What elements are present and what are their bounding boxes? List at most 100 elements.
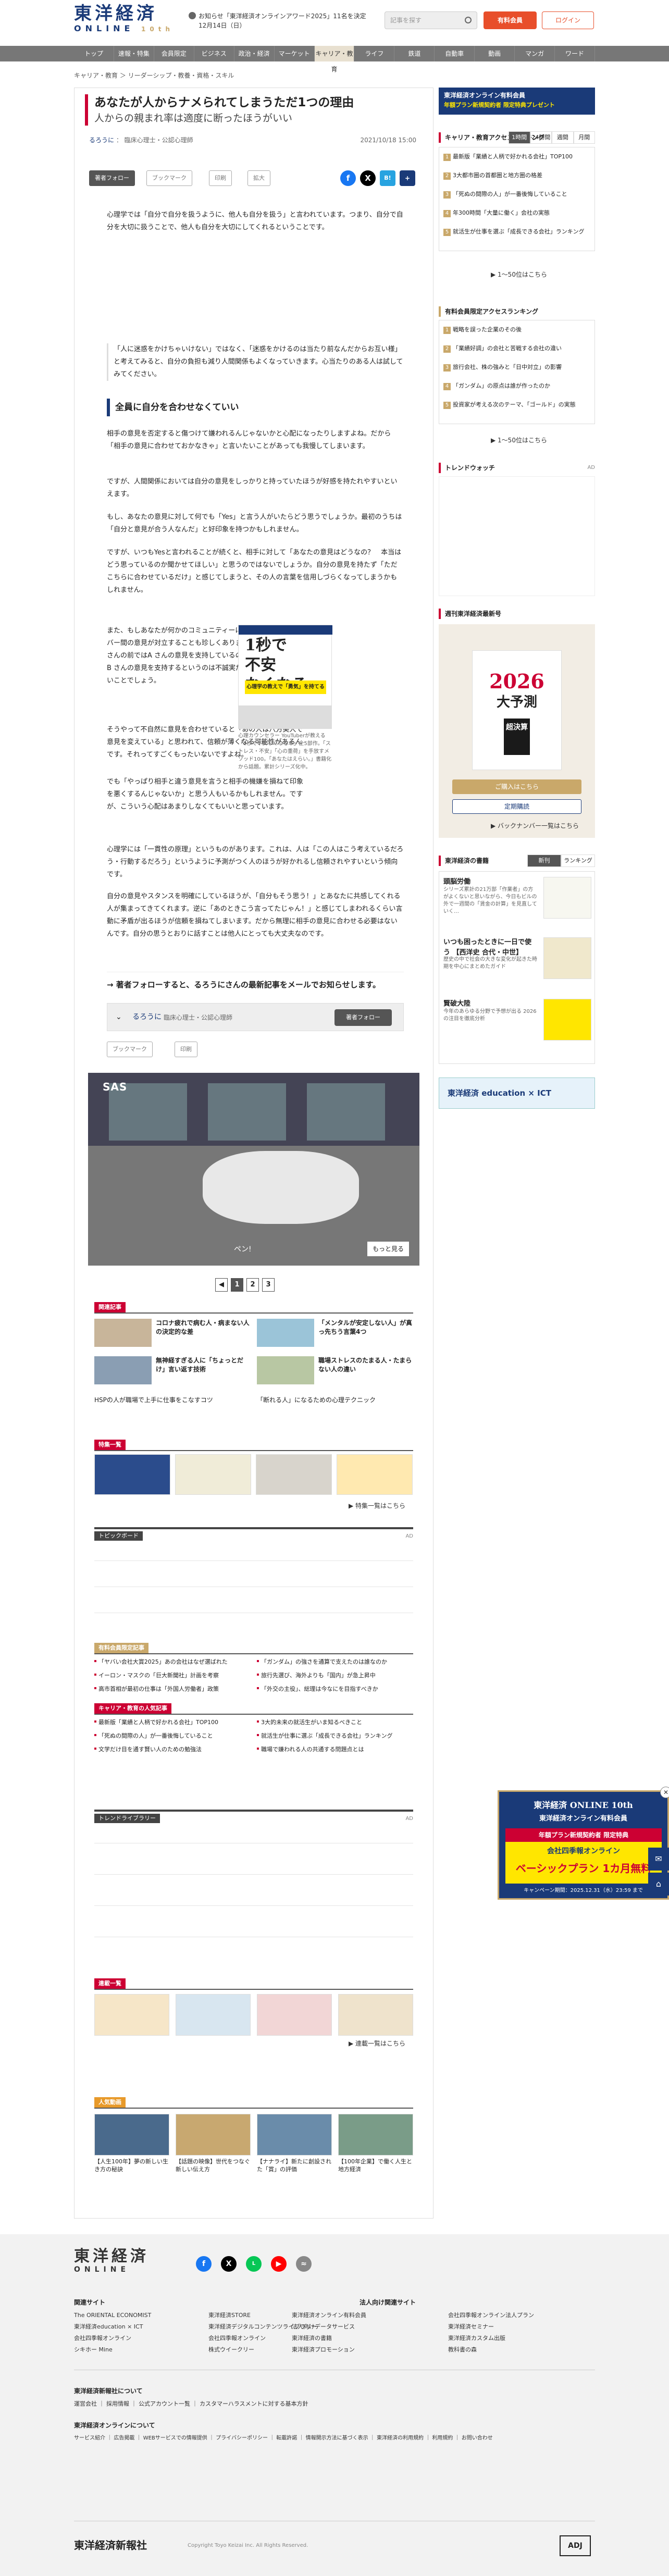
facebook-icon[interactable]: f <box>196 2256 212 2272</box>
author-name[interactable]: るろうに <box>132 1012 162 1023</box>
follow-prompt[interactable]: → 著者フォローすると、るろうにさんの最新記事をメールでお知らせします。 <box>107 972 404 997</box>
footer-link[interactable]: 教科書の森 <box>448 2346 477 2355</box>
paid-rank-more-link[interactable]: ▶ 1〜50位はこちら <box>491 436 547 445</box>
nav-item[interactable]: 動画 <box>475 46 515 61</box>
more-share-icon[interactable]: + <box>400 170 415 186</box>
news-link[interactable]: 3大的未来の就活生がいま知るべきこと <box>257 1717 414 1728</box>
footer-link[interactable]: 東洋経済STORE <box>208 2311 251 2320</box>
nav-item[interactable]: マンガ <box>515 46 555 61</box>
video-thumb[interactable] <box>257 2114 332 2156</box>
footer-link[interactable]: 会社四季報オンライン <box>208 2334 266 2343</box>
rank-item[interactable]: 4 「ガンダム」の原点は誰が作ったのか <box>443 382 591 390</box>
nav-item[interactable]: ビジネス <box>194 46 234 61</box>
rank-item[interactable]: 2 「業績好調」の会社と苦戦する会社の違い <box>443 344 591 353</box>
books-tab[interactable]: ランキング <box>561 854 595 867</box>
hatena-icon[interactable]: B! <box>380 170 395 186</box>
news-link[interactable]: 「ガンダム」の強さを通算で支えたのは誰なのか <box>257 1656 414 1668</box>
footer-link[interactable]: 東洋経済オンライン有料会員 <box>292 2311 366 2320</box>
facebook-icon[interactable]: f <box>340 170 356 186</box>
serial-more-link[interactable]: ▶ 連載一覧はこちら <box>349 2039 405 2048</box>
author-follow-button-2[interactable]: 著者フォロー <box>334 1009 392 1026</box>
nav-item[interactable]: 自動車 <box>435 46 475 61</box>
footer-logo[interactable]: 東洋経済 ONLINE <box>74 2248 149 2274</box>
notice-text[interactable]: お知らせ「東洋経済オンラインアワード2025」11名を決定 12月14日（日） <box>189 11 366 30</box>
news-link[interactable]: 「外交の主役」、総理は今なにを目指すべきか <box>257 1683 414 1695</box>
bookmark-button[interactable]: ブックマーク <box>146 170 192 186</box>
news-link[interactable]: イーロン・マスクの「巨大新聞社」計画を考察 <box>94 1670 252 1681</box>
search-input[interactable]: 記事を探す <box>385 11 477 29</box>
close-icon[interactable]: ✕ <box>660 1787 669 1798</box>
video-title[interactable]: 【100年企業】で働く人生と地方経済 <box>338 2158 413 2173</box>
related-item[interactable]: 無神経すぎる人に「ちょっとだけ」言い返す技術 <box>94 1355 251 1384</box>
video-thumb[interactable] <box>94 2114 169 2156</box>
member-ad-banner[interactable]: 東洋経済オンライン有料会員 年額プラン新規契約者 限定特典プレゼント <box>439 88 595 115</box>
serial-card[interactable] <box>94 1994 169 2036</box>
zasshi-cover[interactable]: 2026 大予測 超決算 <box>472 650 562 770</box>
news-link[interactable]: 「死ぬの間際の人」が一番後悔していること <box>94 1730 252 1742</box>
serial-card[interactable] <box>338 1994 413 2036</box>
bookmark-button-2[interactable]: ブックマーク <box>107 1042 153 1057</box>
news-link[interactable]: 文学だけ目を通す賢い人のための勉強法 <box>94 1744 252 1755</box>
author-link[interactable]: るろうに <box>89 137 114 144</box>
nav-item[interactable]: 政治・経済 <box>234 46 275 61</box>
video-player[interactable]: SAS ペン! もっと見る <box>88 1073 419 1266</box>
related-text-item[interactable]: HSPの人が職場で上手に仕事をこなすコツ <box>94 1395 251 1406</box>
home-icon[interactable]: ⌂ <box>648 1873 669 1896</box>
rss-icon[interactable]: ≈ <box>296 2256 312 2272</box>
rank-tab[interactable]: 週間 <box>552 131 574 144</box>
print-button-2[interactable]: 印刷 <box>175 1042 197 1057</box>
book-item[interactable]: 頭脳労働 シリーズ累計の21万部「作業者」の方がよくないと思いながら、今日もビルの… <box>443 877 591 921</box>
footer-link[interactable]: The ORIENTAL ECONOMIST <box>74 2311 151 2320</box>
footer-link[interactable]: 東洋経済プロモーション <box>292 2346 355 2355</box>
video-thumb[interactable] <box>176 2114 251 2156</box>
footer-links[interactable]: サービス紹介 ｜ 広告掲載 ｜ WEBサービスでの情報提供 ｜ プライバシーポリ… <box>74 2434 493 2442</box>
line-icon[interactable]: L <box>246 2256 262 2272</box>
rank-tab[interactable]: 1時間 <box>509 131 530 144</box>
page-1[interactable]: 1 <box>231 1278 243 1292</box>
video-thumb[interactable] <box>338 2114 413 2156</box>
font-size-button[interactable]: 拡大 <box>247 170 270 186</box>
related-item[interactable]: 職場ストレスのたまる人・たまらない人の違い <box>257 1355 413 1384</box>
print-button[interactable]: 印刷 <box>209 170 232 186</box>
related-item[interactable]: 「メンタルが安定しない人」が真っ先ちう言葉4つ <box>257 1318 413 1347</box>
floating-ad[interactable]: ✕ 東洋経済 ONLINE 10th 東洋経済オンライン有料会員 年額プラン新規… <box>498 1787 669 1900</box>
search-icon[interactable] <box>465 17 472 23</box>
login-button[interactable]: ログイン <box>542 11 594 29</box>
youtube-icon[interactable]: ▶ <box>271 2256 287 2272</box>
features-more-link[interactable]: ▶ 特集一覧はこちら <box>349 1501 405 1510</box>
feature-card[interactable] <box>256 1454 332 1495</box>
feature-card[interactable] <box>175 1454 251 1495</box>
nav-item[interactable]: トップ <box>74 46 114 61</box>
mail-icon[interactable]: ✉ <box>648 1848 669 1871</box>
video-more-button[interactable]: もっと見る <box>367 1242 409 1256</box>
footer-link[interactable]: 株式ウイークリー <box>208 2346 254 2355</box>
news-link[interactable]: 最新版「業績と人柄で好かれる会社」TOP100 <box>94 1717 252 1728</box>
rank-item[interactable]: 2 3大都市圏の首都圏と地方圏の格差 <box>443 171 591 180</box>
member-button[interactable]: 有料会員 <box>484 11 537 29</box>
prev-page-icon[interactable]: ◀ <box>215 1278 228 1292</box>
zasshi-backnumber-link[interactable]: ▶ バックナンバー一覧はこちら <box>491 821 579 831</box>
footer-link[interactable]: 法人向けデータサービス <box>292 2323 355 2332</box>
book-item[interactable]: いつも困ったときに一日で使う 【西洋史 合代・中世】 歴史の中で社会の大きな変化が… <box>443 937 591 981</box>
author-follow-button[interactable]: 著者フォロー <box>89 170 135 186</box>
footer-link[interactable]: 会社四季報オンライン <box>74 2334 131 2343</box>
zasshi-subscribe-button[interactable]: 定期購読 <box>452 799 581 814</box>
feature-card[interactable] <box>94 1454 170 1495</box>
rank-item[interactable]: 3 「死ぬの間際の人」が一番後悔していること <box>443 190 591 199</box>
feature-card[interactable] <box>337 1454 413 1495</box>
zasshi-buy-button[interactable]: ご購入はこちら <box>452 779 581 794</box>
rank-more-link[interactable]: ▶ 1〜50位はこちら <box>491 270 547 279</box>
x-icon[interactable]: X <box>221 2256 237 2272</box>
news-link[interactable]: 職場で嫌われる人の共通する問題点とは <box>257 1744 414 1755</box>
nav-item[interactable]: 速報・特集 <box>114 46 154 61</box>
rank-item[interactable]: 4 年300時間「大量に働く」会社の実態 <box>443 209 591 217</box>
rank-item[interactable]: 5 投資家が考える次のテーマ、「ゴールド」の実態 <box>443 401 591 409</box>
nav-item[interactable]: ワード <box>555 46 595 61</box>
footer-link[interactable]: 東洋経済カスタム出版 <box>448 2334 505 2343</box>
rank-tab[interactable]: 24時間 <box>530 131 552 144</box>
footer-link[interactable]: 東洋経済セミナー <box>448 2323 494 2332</box>
news-link[interactable]: 「ヤバい会社大賞2025」あの会社はなぜ選ばれた <box>94 1656 252 1668</box>
footer-link[interactable]: シキホー Mine <box>74 2346 113 2355</box>
corp-logo[interactable]: 東洋経済新報社 <box>74 2537 147 2553</box>
related-item[interactable]: コロナ疲れで病む人・病まない人の決定的な差 <box>94 1318 251 1347</box>
